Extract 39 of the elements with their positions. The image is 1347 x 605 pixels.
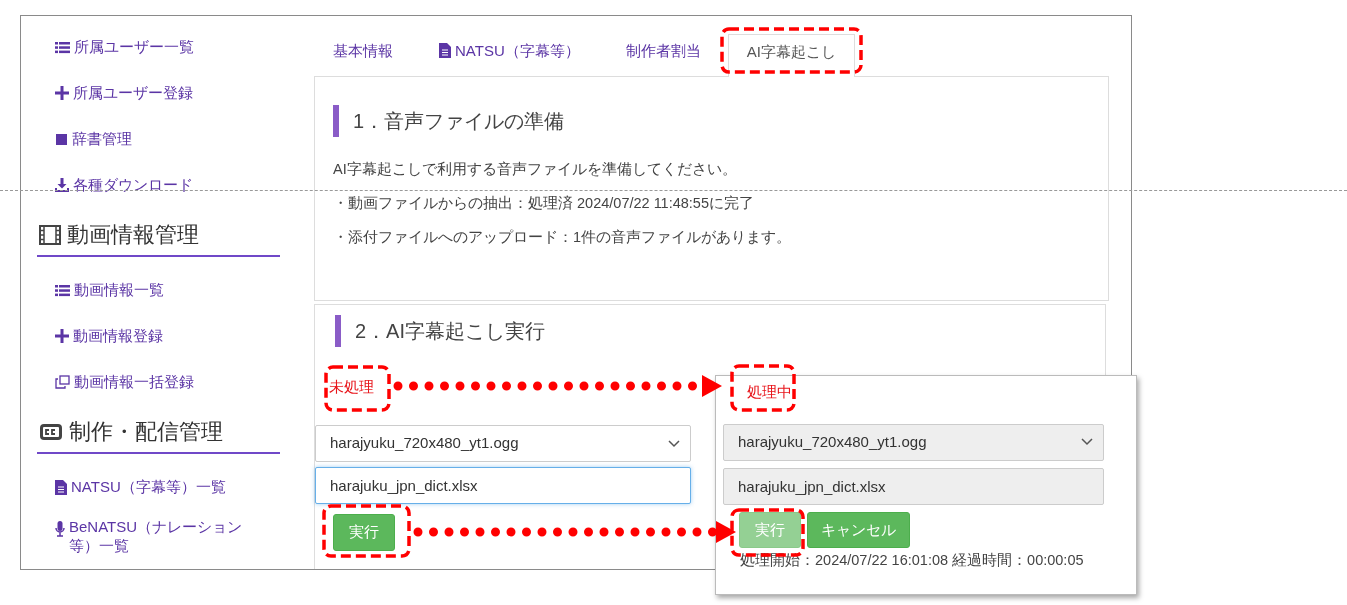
- microphone-icon: [55, 521, 65, 537]
- sidebar-link[interactable]: BeNATSU（ナレーション等）一覧: [37, 510, 277, 556]
- paragraph: AI字幕起こしで利用する音声ファイルを準備してください。: [333, 160, 738, 179]
- status-label: 未処理: [329, 378, 374, 398]
- tab[interactable]: 基本情報: [314, 32, 412, 76]
- annotation-highlight-box: [730, 364, 796, 412]
- paragraph: ・動画ファイルからの抽出：処理済 2024/07/22 11:48:55に完了: [333, 193, 755, 213]
- paragraph: ・添付ファイルへのアップロード：1件の音声ファイルがあります。: [333, 227, 793, 247]
- status-label: 処理中: [747, 383, 792, 402]
- tab[interactable]: AI字幕起こし: [727, 33, 855, 77]
- chevron-down-icon: [1081, 438, 1093, 447]
- sidebar-link[interactable]: 動画情報一覧: [37, 267, 296, 313]
- tab[interactable]: 制作者割当: [606, 32, 720, 76]
- download-icon: [55, 178, 69, 192]
- stacked-pages-icon: [55, 375, 70, 389]
- section-heading-text: 制作・配信管理: [69, 418, 223, 446]
- film-icon: [39, 224, 61, 245]
- tab[interactable]: NATSU（字幕等）: [420, 32, 599, 76]
- sidebar-link[interactable]: NATSU（字幕等）一覧: [37, 464, 296, 510]
- list-icon: [55, 40, 70, 54]
- section-heading: 1．音声ファイルの準備: [333, 105, 1088, 137]
- chevron-down-icon: [668, 439, 680, 448]
- sidebar-link[interactable]: 動画情報登録: [37, 313, 296, 359]
- sidebar-link[interactable]: 所属ユーザー登録: [37, 70, 296, 116]
- document-icon: [439, 43, 451, 59]
- section-heading-text: 動画情報管理: [67, 221, 199, 249]
- sidebar-link[interactable]: 所属ユーザー一覧: [37, 24, 296, 70]
- list-icon: [55, 283, 70, 297]
- audio-file-select[interactable]: harajyuku_720x480_yt1.ogg: [315, 425, 691, 462]
- sidebar-link[interactable]: 動画情報一括登録: [37, 359, 296, 405]
- document-icon: [55, 479, 67, 495]
- plus-icon: [55, 86, 69, 100]
- closed-captions-icon: [39, 422, 63, 441]
- section-heading: 2．AI字幕起こし実行: [335, 315, 1085, 348]
- annotation-highlight-box: [324, 365, 391, 412]
- dictionary-file-field[interactable]: harajuku_jpn_dict.xlsx: [315, 467, 691, 504]
- square-icon: [55, 132, 68, 146]
- sidebar-link[interactable]: 辞書管理: [37, 116, 296, 162]
- plus-icon: [55, 329, 69, 343]
